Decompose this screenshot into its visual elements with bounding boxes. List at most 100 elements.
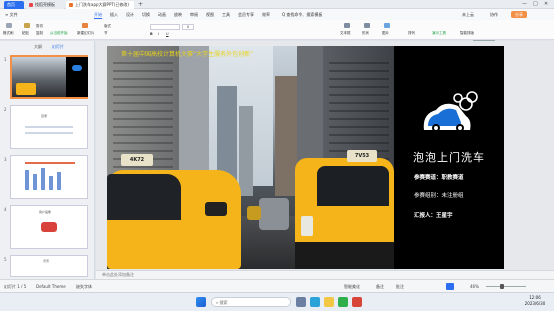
- new-slide-icon: [82, 23, 88, 28]
- italic-button[interactable]: I: [158, 32, 159, 37]
- wps-icon[interactable]: [352, 297, 362, 307]
- presentation-tools-button[interactable]: 演示工具: [432, 31, 446, 36]
- tab-document-label: 上门洗车app大赛PPT(已修改): [75, 2, 129, 7]
- missing-font-button[interactable]: 缺失字体: [76, 284, 92, 289]
- current-slide[interactable]: 4K72 7V53 第十届中国高校计算机大赛“大学生服务外包创新” 泡泡上门洗车…: [107, 46, 504, 269]
- copy-button[interactable]: 复制: [36, 31, 43, 36]
- paste-button[interactable]: 粘贴: [22, 31, 29, 36]
- menu-bar: ≡ 文件 开始 插入 设计 切换 动画 放映 审阅 视图 工具 会员专享 效率 …: [0, 9, 554, 20]
- notes-toggle[interactable]: 备注: [376, 284, 384, 289]
- slide-thumbnail-4[interactable]: 用户画像: [10, 205, 88, 249]
- slide-thumbnail-2[interactable]: 目录: [10, 105, 88, 149]
- layout-button[interactable]: 版式: [104, 24, 111, 29]
- paste-icon: [24, 23, 30, 28]
- car-wash-logo-icon: [423, 91, 478, 132]
- menu-tools[interactable]: 工具: [222, 11, 230, 18]
- taskbar-search-placeholder: 搜索: [219, 300, 228, 305]
- slide-number: 3: [4, 157, 7, 162]
- tab-template[interactable]: 找稻壳模板: [26, 1, 64, 9]
- taxi-right-sign: 7V53: [347, 150, 377, 162]
- collaborate-button[interactable]: 协作: [490, 11, 498, 18]
- textbox-icon: [344, 23, 350, 28]
- zoom-slider[interactable]: [486, 286, 526, 287]
- thumb-title-2: 目录: [41, 114, 48, 118]
- menu-insert[interactable]: 插入: [110, 11, 118, 18]
- format-painter-icon: [6, 23, 12, 28]
- play-slideshow-icon[interactable]: [446, 283, 454, 290]
- outline-tab[interactable]: 大纲: [34, 44, 42, 50]
- shape-icon: [364, 23, 370, 28]
- section-button[interactable]: 节: [104, 31, 108, 36]
- notes-area[interactable]: 单击此处添加备注: [96, 270, 554, 279]
- taskbar-search[interactable]: ⌕ 搜索: [211, 297, 291, 307]
- maximize-button[interactable]: □: [533, 1, 538, 8]
- share-button[interactable]: 分享: [511, 11, 527, 18]
- textbox-button[interactable]: 文本框: [340, 31, 351, 36]
- slide-number: 2: [4, 107, 7, 112]
- slide-group-line: 参赛组别：未注册组: [414, 193, 464, 199]
- slide-title: 泡泡上门洗车: [413, 151, 485, 164]
- title-bar: 首页 找稻壳模板 上门洗车app大赛PPT(已修改) + — □ ✕: [0, 0, 554, 9]
- menu-file[interactable]: ≡ 文件: [5, 11, 18, 18]
- smart-beautify-button[interactable]: 智能美化: [344, 284, 360, 289]
- close-button[interactable]: ✕: [544, 1, 548, 8]
- slide-thumbnail-panel: 大纲 幻灯片 1 2 目录 3 4 用户画像 5 背景: [0, 41, 95, 279]
- picture-icon: [384, 23, 390, 28]
- format-painter-button[interactable]: 格式刷: [3, 31, 14, 36]
- shape-button[interactable]: 形状: [362, 31, 369, 36]
- menu-slideshow[interactable]: 放映: [174, 11, 182, 18]
- menu-efficiency[interactable]: 效率: [262, 11, 270, 18]
- thumb-title-4: 用户画像: [39, 210, 52, 214]
- arrange-button[interactable]: 排列: [408, 31, 415, 36]
- menu-transition[interactable]: 切换: [142, 11, 150, 18]
- bold-button[interactable]: B: [150, 32, 153, 37]
- slide-number: 4: [4, 207, 7, 212]
- tab-document[interactable]: 上门洗车app大赛PPT(已修改): [66, 1, 134, 9]
- edge-icon[interactable]: [310, 297, 320, 307]
- template-icon: [29, 3, 33, 7]
- thumb-title-5: 背景: [43, 259, 50, 263]
- status-bar: 幻灯片 1 / 5 Default Theme 缺失字体 智能美化 备注 批注 …: [0, 279, 554, 292]
- menu-member[interactable]: 会员专享: [238, 11, 254, 18]
- cloud-status[interactable]: 未上云: [462, 11, 474, 18]
- slide-info-panel: 泡泡上门洗车 参赛赛道：职教赛道 参赛组别：未注册组 汇报人：王星宇: [394, 46, 504, 269]
- slide-banner: 第十届中国高校计算机大赛“大学生服务外包创新”: [121, 51, 254, 58]
- ppt-icon: [69, 3, 73, 7]
- zoom-slider-thumb[interactable]: [500, 284, 504, 289]
- file-explorer-icon[interactable]: [324, 297, 334, 307]
- slide-number: 5: [4, 257, 7, 262]
- menu-review[interactable]: 审阅: [190, 11, 198, 18]
- slide-track-line: 参赛赛道：职教赛道: [414, 175, 464, 181]
- clock-date[interactable]: 2023/6/30: [522, 301, 548, 307]
- task-view-icon[interactable]: [296, 297, 306, 307]
- comments-toggle[interactable]: 批注: [396, 284, 404, 289]
- menu-animation[interactable]: 动画: [158, 11, 166, 18]
- font-family-select[interactable]: [150, 24, 180, 30]
- underline-button[interactable]: U: [166, 32, 169, 37]
- slide-thumbnail-1[interactable]: [10, 55, 88, 99]
- notes-placeholder: 单击此处添加备注: [102, 272, 134, 277]
- ribbon-toolbar: 格式刷 粘贴 剪切 复制 从当前开始 新建幻灯片 版式 节 0 B I U 文本…: [0, 20, 554, 40]
- zoom-level[interactable]: 46%: [470, 284, 479, 289]
- picture-button[interactable]: 图片: [382, 31, 389, 36]
- menu-home[interactable]: 开始: [94, 11, 102, 19]
- slide-thumbnail-3[interactable]: [10, 155, 88, 199]
- smart-layout-button[interactable]: 智能排版: [460, 31, 474, 36]
- minimize-button[interactable]: —: [522, 1, 527, 8]
- slide-number: 1: [4, 57, 7, 62]
- menu-design[interactable]: 设计: [126, 11, 134, 18]
- cut-button[interactable]: 剪切: [36, 24, 43, 29]
- windows-start-icon[interactable]: [196, 297, 206, 307]
- play-current-button[interactable]: 从当前开始: [50, 31, 68, 36]
- taxi-street-photo: 4K72 7V53: [107, 46, 394, 269]
- command-search[interactable]: Q 查找命令、搜索模板: [282, 11, 322, 18]
- new-tab-button[interactable]: +: [138, 1, 143, 8]
- new-slide-button[interactable]: 新建幻灯片: [77, 31, 95, 36]
- wechat-icon[interactable]: [338, 297, 348, 307]
- menu-view[interactable]: 视图: [206, 11, 214, 18]
- taskbar: ⌕ 搜索 12:06 2023/6/30: [0, 292, 554, 311]
- slides-tab[interactable]: 幻灯片: [52, 44, 64, 50]
- slide-thumbnail-5[interactable]: 背景: [10, 255, 88, 277]
- tab-home[interactable]: 首页: [4, 1, 24, 9]
- font-size-select[interactable]: 0: [182, 24, 194, 30]
